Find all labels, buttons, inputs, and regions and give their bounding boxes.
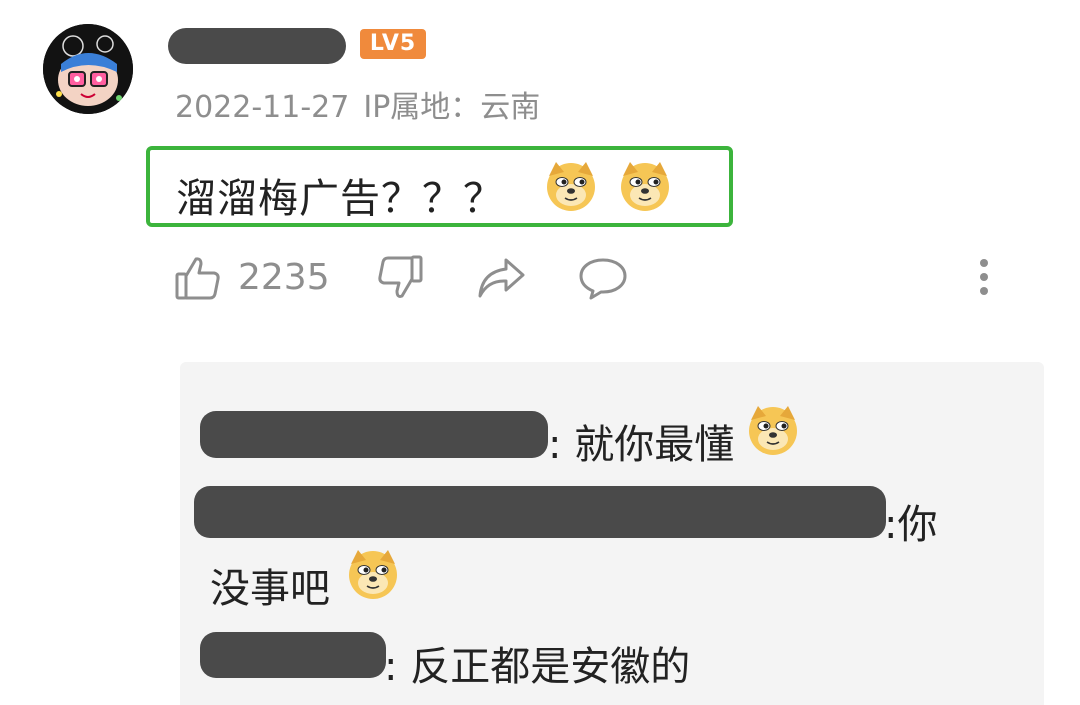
doge-emoji bbox=[544, 158, 598, 212]
reply-text: :你 bbox=[884, 502, 938, 548]
comment-date: 2022-11-27 bbox=[175, 90, 350, 125]
username-redacted[interactable] bbox=[168, 28, 346, 64]
doge-emoji bbox=[746, 402, 800, 456]
comment-meta: 2022-11-27 IP属地：云南 bbox=[175, 82, 554, 126]
thumbs-up-icon[interactable] bbox=[174, 254, 222, 302]
reply-username-redacted[interactable] bbox=[200, 411, 548, 458]
reply-username-redacted[interactable] bbox=[200, 632, 386, 678]
avatar-image bbox=[43, 24, 133, 114]
reply-text-continued: 没事吧 bbox=[210, 566, 330, 612]
ip-location: IP属地：云南 bbox=[363, 90, 541, 125]
doge-emoji bbox=[618, 158, 672, 212]
reply-username-redacted[interactable] bbox=[194, 486, 886, 538]
more-vertical-icon[interactable] bbox=[978, 258, 990, 298]
reply-text: : 反正都是安徽的 bbox=[384, 644, 691, 690]
comment-text: 溜溜梅广告？？？ bbox=[176, 176, 504, 222]
doge-emoji bbox=[346, 546, 400, 600]
comment-bubble-icon[interactable] bbox=[578, 256, 628, 300]
like-count: 2235 bbox=[238, 257, 330, 298]
reply-text: : 就你最懂 bbox=[548, 422, 735, 468]
share-icon[interactable] bbox=[476, 256, 526, 300]
avatar[interactable] bbox=[43, 24, 133, 114]
level-badge: LV5 bbox=[360, 29, 426, 59]
thumbs-down-icon[interactable] bbox=[376, 254, 424, 302]
